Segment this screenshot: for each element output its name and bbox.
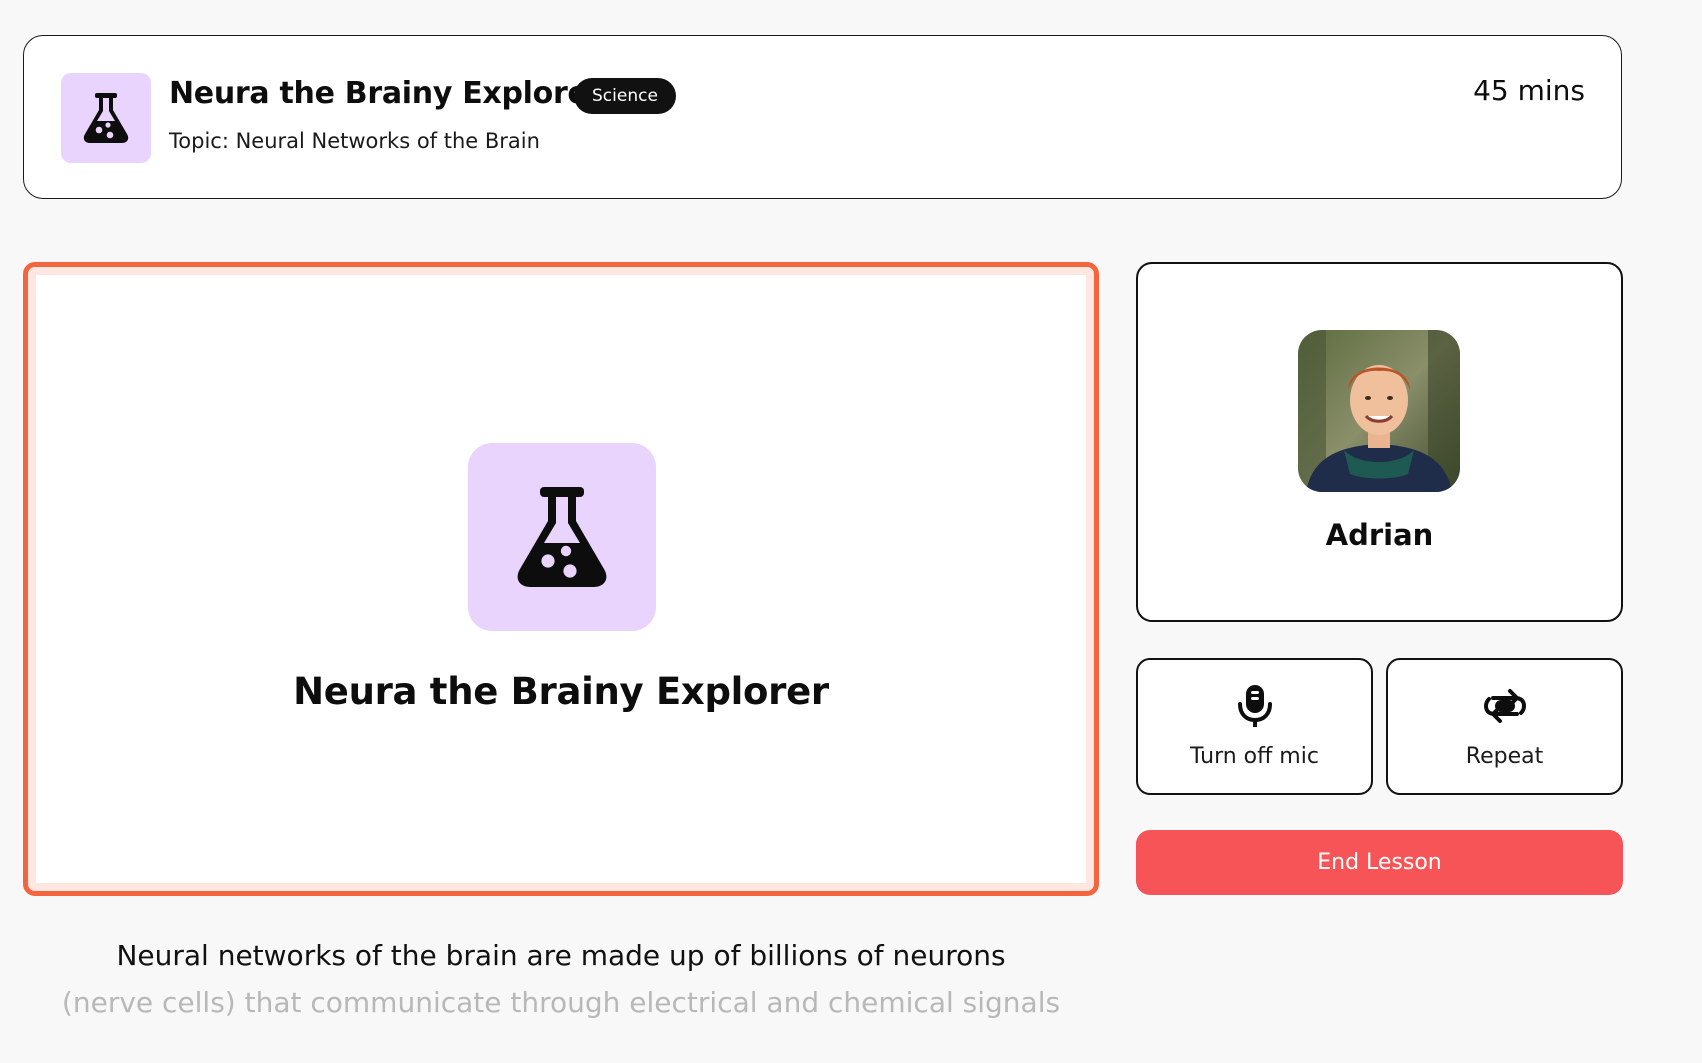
caption-line-upcoming: (nerve cells) that communicate through e… <box>61 986 1061 1019</box>
lesson-title: Neura the Brainy Explorer <box>169 76 602 111</box>
mic-button-label: Turn off mic <box>1190 744 1319 769</box>
lesson-duration: 45 mins <box>1473 74 1585 107</box>
tutor-name: Neura the Brainy Explorer <box>293 670 829 713</box>
participant-card: Adrian <box>1136 262 1623 622</box>
tutor-stage: Neura the Brainy Explorer <box>23 262 1099 896</box>
caption-line-current: Neural networks of the brain are made up… <box>116 939 1006 972</box>
flask-icon <box>468 443 656 631</box>
flask-icon <box>61 73 151 163</box>
avatar <box>1298 330 1460 492</box>
end-lesson-button[interactable]: End Lesson <box>1136 830 1623 895</box>
participant-name: Adrian <box>1325 518 1434 552</box>
lesson-topic: Topic: Neural Networks of the Brain <box>169 129 540 153</box>
lesson-header-card: Neura the Brainy Explorer Science Topic:… <box>23 35 1622 199</box>
turn-off-mic-button[interactable]: Turn off mic <box>1136 658 1373 795</box>
repeat-icon <box>1388 682 1621 730</box>
microphone-icon <box>1138 682 1371 730</box>
repeat-button[interactable]: Repeat <box>1386 658 1623 795</box>
repeat-button-label: Repeat <box>1465 744 1544 769</box>
subject-badge: Science <box>574 78 676 114</box>
